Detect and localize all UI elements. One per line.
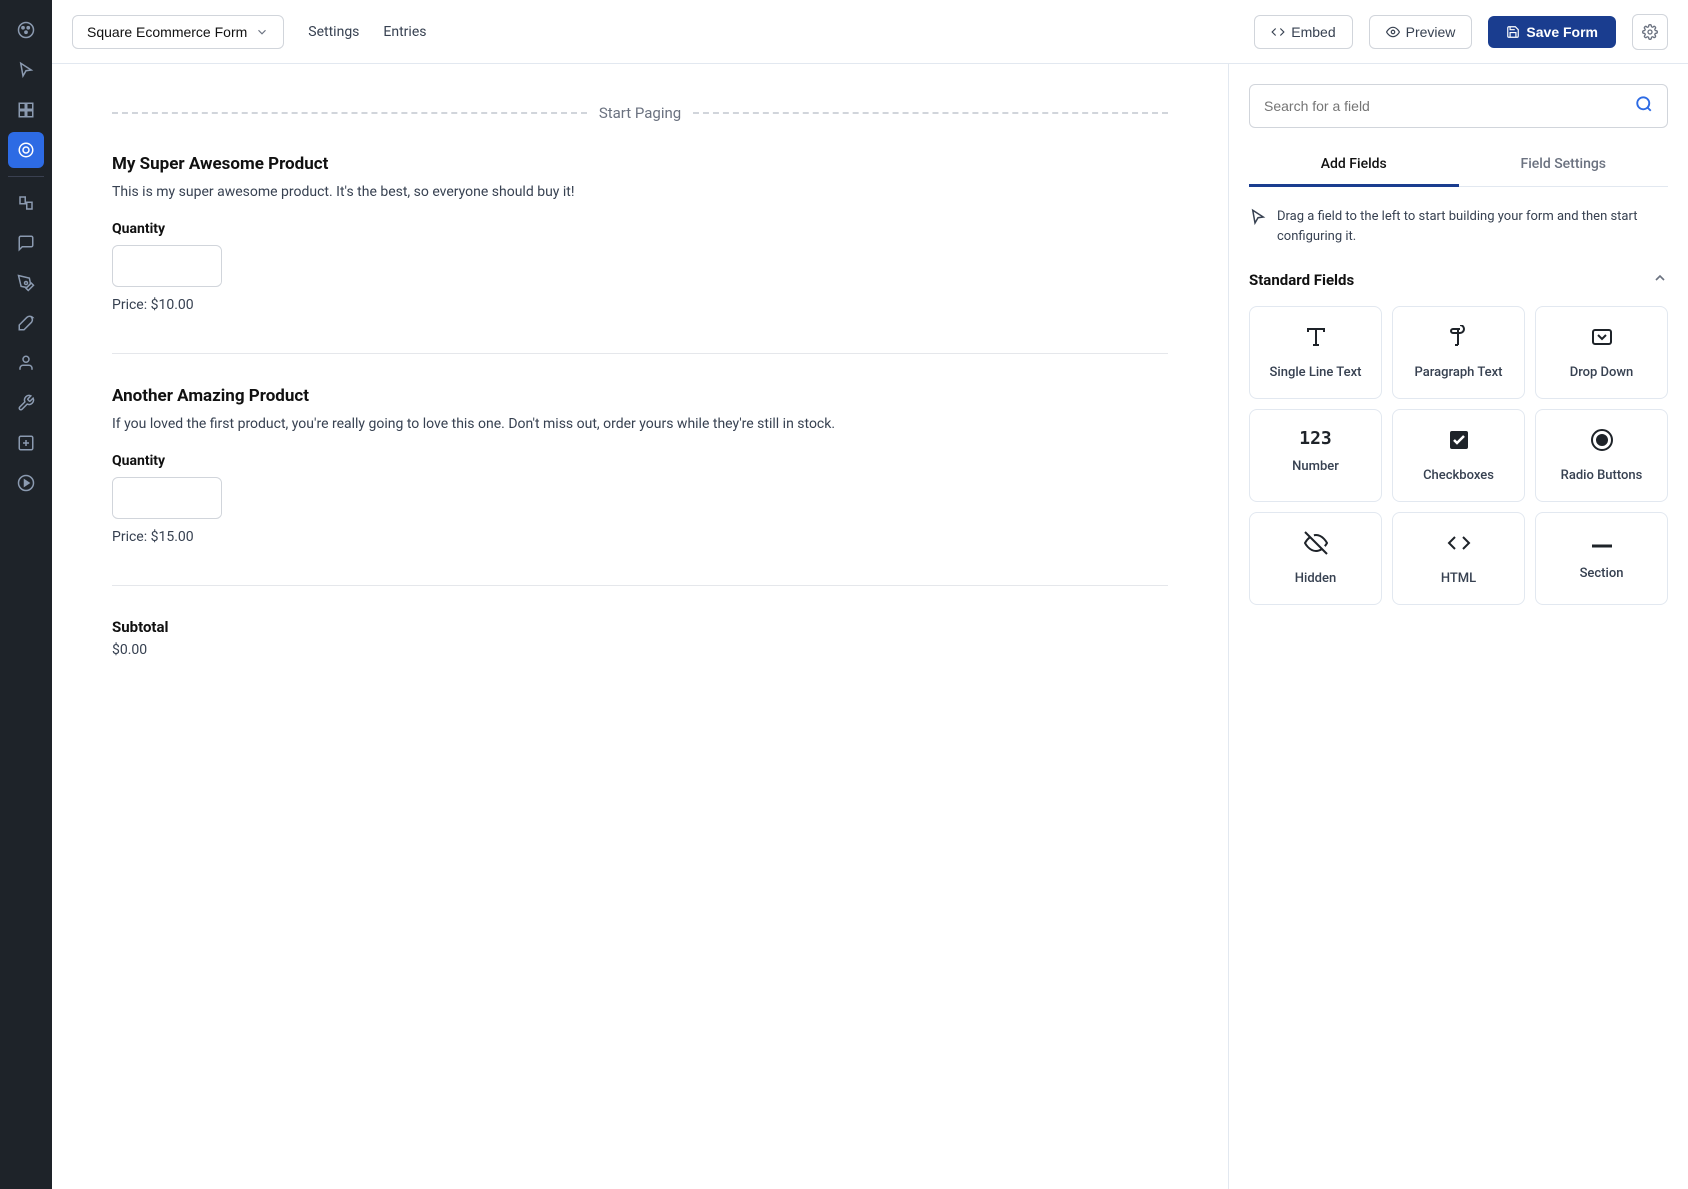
sidebar <box>0 0 52 1189</box>
field-card-radio-buttons-label: Radio Buttons <box>1561 468 1643 483</box>
product-1-title: My Super Awesome Product <box>112 154 1168 174</box>
product-section-1: My Super Awesome Product This is my supe… <box>112 154 1168 313</box>
number-icon: 123 <box>1299 428 1332 449</box>
single-line-text-icon <box>1304 325 1328 355</box>
subtotal-value: $0.00 <box>112 642 1168 658</box>
html-icon <box>1447 531 1471 561</box>
field-card-paragraph-text[interactable]: Paragraph Text <box>1392 306 1525 399</box>
save-form-button[interactable]: Save Form <box>1488 16 1616 48</box>
tab-field-settings[interactable]: Field Settings <box>1459 144 1669 187</box>
sidebar-icon-paint[interactable] <box>8 305 44 341</box>
settings-gear-button[interactable] <box>1632 14 1668 50</box>
nav-entries-link[interactable]: Entries <box>383 20 426 44</box>
field-card-number[interactable]: 123 Number <box>1249 409 1382 502</box>
product-1-description: This is my super awesome product. It's t… <box>112 182 1168 203</box>
field-card-checkboxes-label: Checkboxes <box>1423 468 1494 483</box>
save-icon <box>1506 25 1520 39</box>
field-card-html-label: HTML <box>1441 571 1476 586</box>
field-card-section[interactable]: Section <box>1535 512 1668 605</box>
field-card-radio-buttons[interactable]: Radio Buttons <box>1535 409 1668 502</box>
product-1-quantity-input[interactable] <box>113 248 222 284</box>
product-2-title: Another Amazing Product <box>112 386 1168 406</box>
save-label: Save Form <box>1526 24 1598 40</box>
preview-button[interactable]: Preview <box>1369 15 1473 49</box>
preview-label: Preview <box>1406 24 1456 40</box>
sidebar-icon-comments[interactable] <box>8 225 44 261</box>
subtotal-section: Subtotal $0.00 <box>112 618 1168 658</box>
product-1-quantity-label: Quantity <box>112 221 1168 237</box>
sidebar-icon-pages[interactable] <box>8 185 44 221</box>
product-2-description: If you loved the first product, you're r… <box>112 414 1168 435</box>
field-card-hidden[interactable]: Hidden <box>1249 512 1382 605</box>
dashed-line-left <box>112 112 587 114</box>
search-icon <box>1635 95 1653 117</box>
section-icon <box>1590 531 1614 556</box>
checkboxes-icon <box>1447 428 1471 458</box>
sidebar-icon-wrench[interactable] <box>8 385 44 421</box>
field-card-single-line-text-label: Single Line Text <box>1270 365 1362 380</box>
subtotal-label: Subtotal <box>112 618 1168 636</box>
field-card-number-label: Number <box>1292 459 1339 474</box>
sidebar-icon-palette[interactable] <box>8 12 44 48</box>
sidebar-icon-add[interactable] <box>8 425 44 461</box>
main-area: Square Ecommerce Form Settings Entries E… <box>52 0 1688 1189</box>
topbar-nav: Settings Entries <box>308 20 426 44</box>
preview-eye-icon <box>1386 25 1400 39</box>
cursor-hint-icon <box>1249 208 1267 233</box>
sidebar-icon-person[interactable] <box>8 345 44 381</box>
drag-hint-text: Drag a field to the left to start buildi… <box>1277 207 1668 246</box>
field-card-checkboxes[interactable]: Checkboxes <box>1392 409 1525 502</box>
start-paging-label: Start Paging <box>599 104 681 122</box>
embed-button[interactable]: Embed <box>1254 15 1352 49</box>
fields-grid: Single Line Text Paragraph Text Drop Dow… <box>1249 306 1668 605</box>
sidebar-icon-blocks[interactable] <box>8 92 44 128</box>
field-search-input[interactable] <box>1264 98 1627 114</box>
form-selector-button[interactable]: Square Ecommerce Form <box>72 15 284 49</box>
product-2-quantity-input[interactable] <box>113 480 222 516</box>
product-2-quantity-label: Quantity <box>112 453 1168 469</box>
field-card-paragraph-text-label: Paragraph Text <box>1415 365 1503 380</box>
field-card-hidden-label: Hidden <box>1295 571 1336 586</box>
chevron-down-icon <box>255 25 269 39</box>
field-card-single-line-text[interactable]: Single Line Text <box>1249 306 1382 399</box>
embed-label: Embed <box>1291 24 1335 40</box>
nav-settings-link[interactable]: Settings <box>308 20 359 44</box>
product-1-quantity-input-wrap: ▲ ▼ <box>112 245 222 287</box>
sidebar-icon-form[interactable] <box>8 132 44 168</box>
radio-buttons-icon <box>1590 428 1614 458</box>
form-builder-area: Start Paging My Super Awesome Product Th… <box>52 64 1228 1189</box>
embed-code-icon <box>1271 25 1285 39</box>
sidebar-icon-cursor[interactable] <box>8 52 44 88</box>
right-panel: Add Fields Field Settings Drag a field t… <box>1228 64 1688 1189</box>
tab-add-fields[interactable]: Add Fields <box>1249 144 1459 187</box>
field-card-section-label: Section <box>1580 566 1624 581</box>
drag-hint: Drag a field to the left to start buildi… <box>1249 207 1668 246</box>
hidden-icon <box>1304 531 1328 561</box>
product-2-quantity-input-wrap: ▲ ▼ <box>112 477 222 519</box>
product-1-price: Price: $10.00 <box>112 297 1168 313</box>
start-paging-divider: Start Paging <box>112 104 1168 122</box>
form-selector-label: Square Ecommerce Form <box>87 24 247 40</box>
standard-fields-title: Standard Fields <box>1249 271 1354 289</box>
sidebar-icon-brush[interactable] <box>8 265 44 301</box>
product-section-2: Another Amazing Product If you loved the… <box>112 386 1168 545</box>
field-card-drop-down-label: Drop Down <box>1570 365 1634 380</box>
panel-tabs: Add Fields Field Settings <box>1249 144 1668 187</box>
dashed-line-right <box>693 112 1168 114</box>
drop-down-icon <box>1590 325 1614 355</box>
topbar: Square Ecommerce Form Settings Entries E… <box>52 0 1688 64</box>
gear-icon <box>1642 24 1658 40</box>
product-divider-1 <box>112 353 1168 354</box>
product-2-price: Price: $15.00 <box>112 529 1168 545</box>
standard-fields-header: Standard Fields <box>1249 270 1668 290</box>
sidebar-icon-play[interactable] <box>8 465 44 501</box>
field-card-html[interactable]: HTML <box>1392 512 1525 605</box>
field-card-drop-down[interactable]: Drop Down <box>1535 306 1668 399</box>
paragraph-text-icon <box>1447 325 1471 355</box>
product-divider-2 <box>112 585 1168 586</box>
field-search-bar <box>1249 84 1668 128</box>
content-area: Start Paging My Super Awesome Product Th… <box>52 64 1688 1189</box>
collapse-icon[interactable] <box>1652 270 1668 290</box>
